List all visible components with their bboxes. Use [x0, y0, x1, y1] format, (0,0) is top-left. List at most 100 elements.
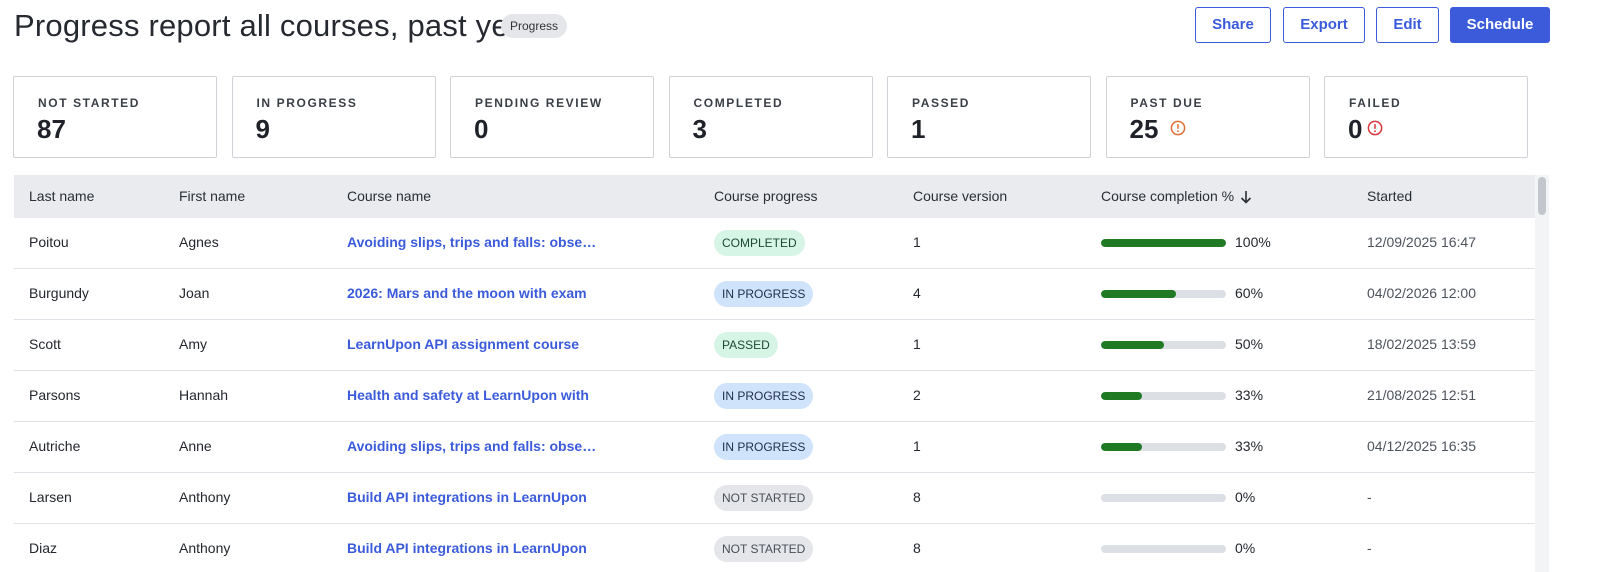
- completion-percent: 100%: [1235, 234, 1271, 250]
- progress-table: Last name First name Course name Course …: [14, 175, 1535, 572]
- cell-course-version: 1: [913, 438, 921, 454]
- arrow-down-icon[interactable]: [1240, 190, 1252, 204]
- error-circle-icon: [1367, 120, 1383, 136]
- completion-bar: [1101, 545, 1226, 553]
- warning-circle-icon: [1170, 120, 1185, 136]
- cell-started: -: [1367, 489, 1372, 505]
- stat-value: 25: [1129, 114, 1159, 144]
- scrollbar-thumb[interactable]: [1538, 177, 1546, 215]
- stat-card-failed[interactable]: FAILED 0: [1324, 76, 1528, 158]
- report-type-badge: Progress: [501, 14, 568, 38]
- cell-last-name: Diaz: [29, 540, 58, 556]
- cell-first-name: Anthony: [179, 540, 231, 556]
- table-row[interactable]: Parsons Hannah Health and safety at Lear…: [14, 371, 1535, 422]
- column-header-first-name[interactable]: First name: [179, 188, 245, 204]
- course-link[interactable]: LearnUpon API assignment course: [347, 336, 592, 352]
- cell-course-version: 4: [913, 285, 921, 301]
- share-button[interactable]: Share: [1195, 7, 1271, 43]
- course-link[interactable]: 2026: Mars and the moon with exam: [347, 285, 588, 301]
- cell-started: 12/09/2025 16:47: [1367, 234, 1476, 250]
- completion-percent: 33%: [1235, 387, 1264, 403]
- table-row[interactable]: Diaz Anthony Build API integrations in L…: [14, 524, 1535, 572]
- cell-last-name: Autriche: [29, 438, 81, 454]
- status-summary: NOT STARTED 87 IN PROGRESS 9 PENDING REV…: [13, 76, 1529, 159]
- cell-started: 21/08/2025 12:51: [1367, 387, 1476, 403]
- stat-label: PENDING REVIEW: [475, 96, 603, 110]
- page-title: Progress report all courses, past year: [14, 8, 537, 43]
- completion-bar: [1101, 494, 1226, 502]
- status-badge: NOT STARTED: [714, 485, 814, 511]
- table-scrollbar[interactable]: [1535, 175, 1549, 572]
- cell-first-name: Anne: [179, 438, 212, 454]
- completion-bar-fill: [1101, 443, 1143, 451]
- column-header-started[interactable]: Started: [1367, 188, 1412, 204]
- cell-started: 04/02/2026 12:00: [1367, 285, 1476, 301]
- completion-percent: 60%: [1235, 285, 1264, 301]
- schedule-button[interactable]: Schedule: [1450, 7, 1550, 43]
- table-row[interactable]: Autriche Anne Avoiding slips, trips and …: [14, 422, 1535, 473]
- table-row[interactable]: Burgundy Joan 2026: Mars and the moon wi…: [14, 269, 1535, 320]
- completion-bar: [1101, 443, 1226, 451]
- column-header-course-progress[interactable]: Course progress: [714, 188, 818, 204]
- status-badge: IN PROGRESS: [714, 383, 814, 409]
- course-link[interactable]: Avoiding slips, trips and falls: observe: [347, 234, 597, 250]
- completion-bar: [1101, 392, 1226, 400]
- completion-bar-fill: [1101, 392, 1143, 400]
- stat-label: IN PROGRESS: [256, 96, 358, 110]
- stat-label: NOT STARTED: [38, 96, 141, 110]
- stat-value: 87: [37, 114, 66, 144]
- column-header-last-name[interactable]: Last name: [29, 188, 94, 204]
- completion-bar-fill: [1101, 290, 1176, 298]
- completion-percent: 50%: [1235, 336, 1264, 352]
- stat-value: 0: [1348, 114, 1363, 144]
- table-row[interactable]: Scott Amy LearnUpon API assignment cours…: [14, 320, 1535, 371]
- completion-percent: 33%: [1235, 438, 1264, 454]
- completion-percent: 0%: [1235, 489, 1256, 505]
- report-header: Progress report all courses, past year P…: [14, 0, 1584, 52]
- completion-percent: 0%: [1235, 540, 1256, 556]
- cell-started: 04/12/2025 16:35: [1367, 438, 1476, 454]
- completion-bar: [1101, 239, 1226, 247]
- cell-last-name: Burgundy: [29, 285, 89, 301]
- completion-bar: [1101, 290, 1226, 298]
- stat-label: PASSED: [912, 96, 971, 110]
- status-badge: NOT STARTED: [714, 536, 814, 562]
- stat-card-in-progress[interactable]: IN PROGRESS 9: [231, 76, 436, 158]
- stat-card-past-due[interactable]: PAST DUE 25: [1105, 76, 1310, 158]
- table-header: Last name First name Course name Course …: [14, 175, 1535, 218]
- column-header-course-version[interactable]: Course version: [913, 188, 1007, 204]
- cell-last-name: Larsen: [29, 489, 72, 505]
- completion-bar-fill: [1101, 239, 1226, 247]
- stat-card-passed[interactable]: PASSED 1: [887, 76, 1091, 158]
- cell-course-version: 1: [913, 336, 921, 352]
- status-badge: PASSED: [714, 332, 778, 358]
- course-link[interactable]: Build API integrations in LearnUpon: [347, 489, 591, 505]
- course-link[interactable]: Health and safety at LearnUpon with: [347, 387, 597, 403]
- cell-first-name: Amy: [179, 336, 207, 352]
- cell-course-version: 2: [913, 387, 921, 403]
- course-link[interactable]: Build API integrations in LearnUpon: [347, 540, 591, 556]
- table-row[interactable]: Poitou Agnes Avoiding slips, trips and f…: [14, 218, 1535, 269]
- stat-card-completed[interactable]: COMPLETED 3: [668, 76, 873, 158]
- column-header-course-completion[interactable]: Course completion %: [1101, 188, 1252, 204]
- edit-button[interactable]: Edit: [1376, 7, 1439, 43]
- completion-bar: [1101, 341, 1226, 349]
- status-badge: COMPLETED: [714, 230, 805, 256]
- course-link[interactable]: Avoiding slips, trips and falls: observe: [347, 438, 597, 454]
- export-button[interactable]: Export: [1283, 7, 1365, 43]
- stat-card-pending-review[interactable]: PENDING REVIEW 0: [450, 76, 654, 158]
- cell-first-name: Joan: [179, 285, 210, 301]
- column-header-course-name[interactable]: Course name: [347, 188, 431, 204]
- cell-first-name: Agnes: [179, 234, 219, 250]
- table-row[interactable]: Larsen Anthony Build API integrations in…: [14, 473, 1535, 524]
- stat-value: 1: [911, 114, 926, 144]
- stat-card-not-started[interactable]: NOT STARTED 87: [13, 76, 217, 158]
- column-header-label: Course completion %: [1101, 188, 1235, 204]
- stat-value: 9: [255, 114, 270, 144]
- cell-first-name: Hannah: [179, 387, 229, 403]
- stat-value: 3: [692, 114, 707, 144]
- stat-label: COMPLETED: [693, 96, 784, 110]
- cell-course-version: 1: [913, 234, 921, 250]
- status-badge: IN PROGRESS: [714, 434, 814, 460]
- cell-started: 18/02/2025 13:59: [1367, 336, 1476, 352]
